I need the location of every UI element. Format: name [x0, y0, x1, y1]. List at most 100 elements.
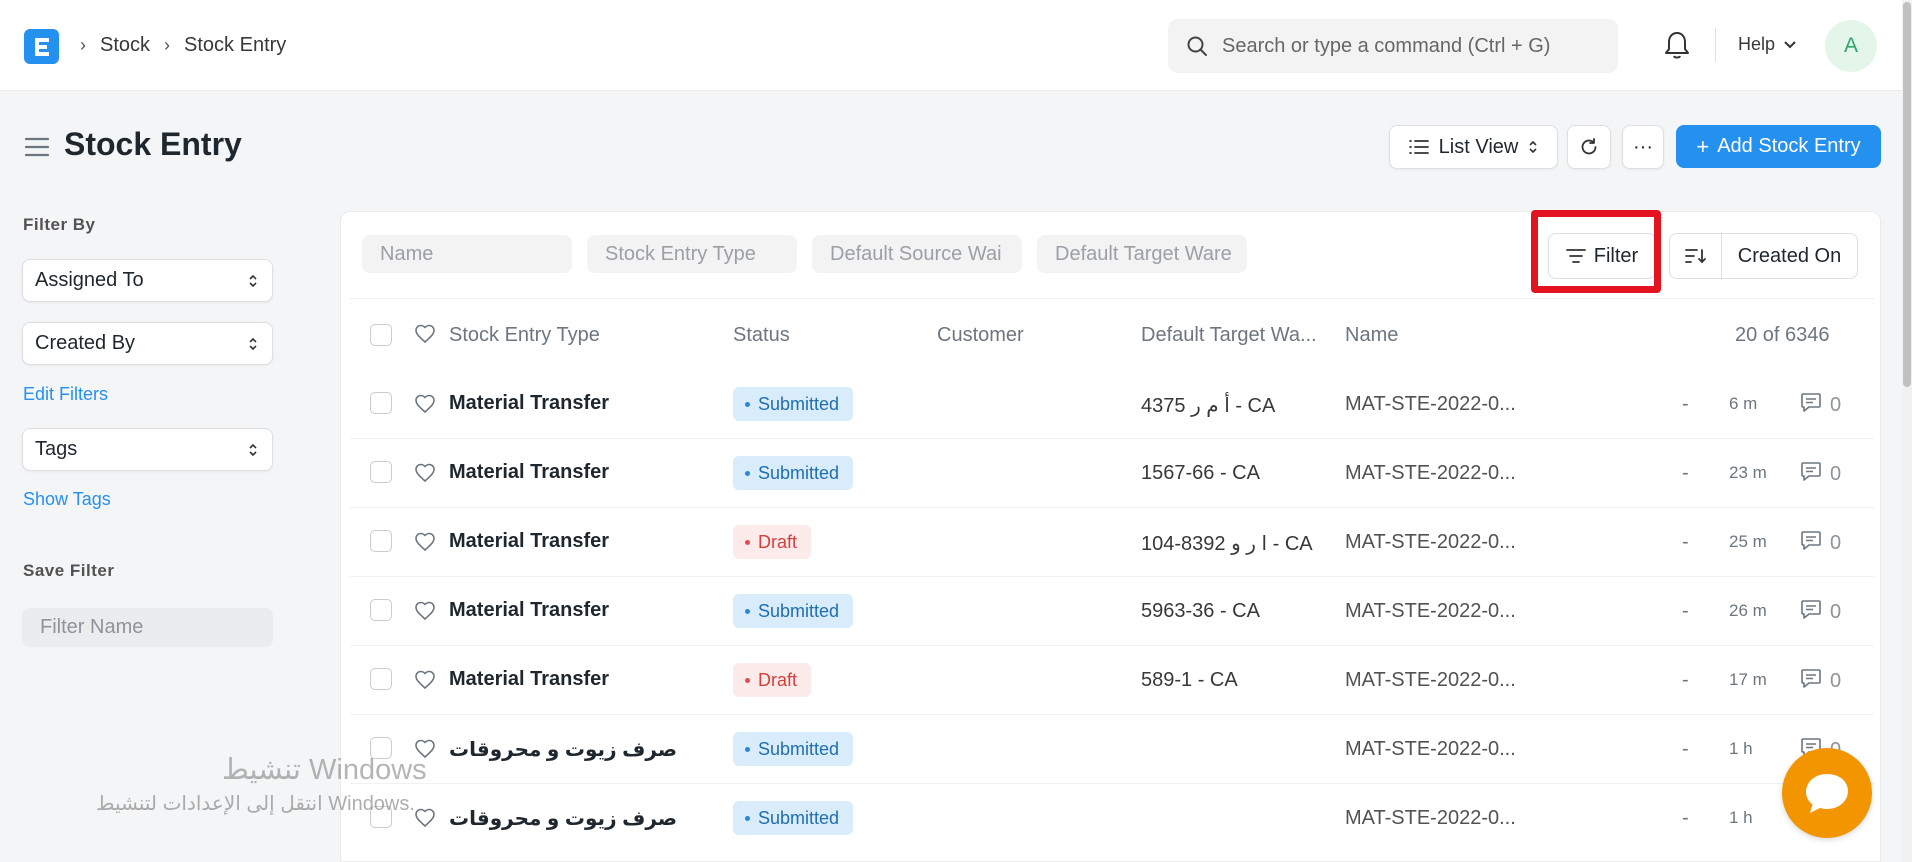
row-stock-entry-type[interactable]: Material Transfer — [449, 392, 609, 415]
avatar[interactable]: A — [1825, 20, 1877, 72]
heart-icon[interactable] — [414, 532, 436, 557]
status-badge: Draft — [733, 525, 812, 559]
tags-select[interactable]: Tags — [22, 428, 273, 471]
row-checkbox[interactable] — [370, 668, 392, 690]
status-label: Submitted — [758, 600, 840, 621]
red-highlight-box — [1531, 210, 1661, 293]
default-target-warehouse-filter-input[interactable] — [1037, 235, 1247, 273]
chevron-down-icon — [1784, 40, 1796, 48]
row-default-target-warehouse: 1567-66 - CA — [1141, 462, 1260, 484]
assigned-to-select[interactable]: Assigned To — [22, 259, 273, 302]
comment-count: 0 — [1830, 531, 1842, 554]
row-name[interactable]: MAT-STE-2022-0... — [1345, 738, 1516, 761]
row-comment-count[interactable]: 0 — [1800, 461, 1841, 487]
row-stock-entry-type[interactable]: Material Transfer — [449, 530, 609, 553]
breadcrumb-stock[interactable]: Stock — [100, 34, 150, 57]
add-stock-entry-button[interactable]: + Add Stock Entry — [1676, 125, 1881, 168]
name-filter-input[interactable] — [362, 235, 572, 273]
chevron-right-icon: › — [164, 35, 171, 55]
ellipsis-icon: ··· — [1633, 135, 1653, 158]
select-all-checkbox[interactable] — [370, 324, 392, 346]
row-stock-entry-type[interactable]: Material Transfer — [449, 668, 609, 691]
chat-widget-button[interactable] — [1782, 748, 1872, 838]
sort-by-label[interactable]: Created On — [1722, 245, 1857, 268]
row-name[interactable]: MAT-STE-2022-0... — [1345, 600, 1516, 623]
row-stock-entry-type[interactable]: صرف زيوت و محروقات — [449, 737, 677, 762]
heart-icon[interactable] — [414, 324, 436, 349]
filter-name-input[interactable] — [22, 608, 273, 647]
awesomebar[interactable] — [1168, 19, 1618, 73]
heart-icon[interactable] — [414, 601, 436, 626]
row-checkbox[interactable] — [370, 392, 392, 414]
erpnext-logo[interactable] — [24, 29, 59, 64]
row-name[interactable]: MAT-STE-2022-0... — [1345, 669, 1516, 692]
row-name[interactable]: MAT-STE-2022-0... — [1345, 393, 1516, 416]
help-label: Help — [1738, 34, 1776, 54]
row-divider — [350, 783, 1874, 784]
heart-icon[interactable] — [414, 670, 436, 695]
row-divider — [350, 507, 1874, 508]
row-modified-ago: 25 m — [1729, 532, 1767, 551]
header-divider — [350, 298, 1874, 299]
edit-filters-link[interactable]: Edit Filters — [23, 384, 108, 405]
more-actions-button[interactable]: ··· — [1622, 125, 1664, 169]
sort-order-button[interactable] — [1670, 234, 1722, 278]
row-comment-count[interactable]: 0 — [1800, 530, 1841, 556]
created-by-select[interactable]: Created By — [22, 322, 273, 365]
status-dot — [745, 815, 750, 821]
view-switcher-button[interactable]: List View — [1389, 125, 1558, 169]
row-placeholder-dash: - — [1682, 462, 1689, 484]
refresh-button[interactable] — [1567, 125, 1611, 169]
row-name[interactable]: MAT-STE-2022-0... — [1345, 462, 1516, 485]
view-label: List View — [1438, 135, 1519, 158]
stock-entry-type-filter-input[interactable] — [587, 235, 797, 273]
row-stock-entry-type[interactable]: صرف زيوت و محروقات — [449, 806, 677, 831]
row-comment-count[interactable]: 0 — [1800, 668, 1841, 694]
row-default-target-warehouse: 5963-36 - CA — [1141, 600, 1260, 622]
row-default-target-warehouse: 589-1 - CA — [1141, 669, 1238, 691]
status-badge: Draft — [733, 663, 812, 697]
row-checkbox[interactable] — [370, 599, 392, 621]
comment-icon — [1800, 461, 1822, 487]
comment-count: 0 — [1830, 600, 1842, 623]
search-input[interactable] — [1222, 34, 1592, 58]
divider — [1715, 28, 1716, 62]
row-checkbox[interactable] — [370, 530, 392, 552]
save-filter-label: Save Filter — [23, 561, 115, 580]
status-badge: Submitted — [733, 801, 854, 835]
breadcrumb-stock-entry[interactable]: Stock Entry — [184, 34, 286, 57]
navbar: › Stock › Stock Entry Help A — [0, 0, 1902, 91]
row-comment-count[interactable]: 0 — [1800, 392, 1841, 418]
col-header-stock-entry-type[interactable]: Stock Entry Type — [449, 324, 600, 347]
row-checkbox[interactable] — [370, 461, 392, 483]
sidebar-toggle-icon[interactable] — [24, 136, 50, 163]
row-stock-entry-type[interactable]: Material Transfer — [449, 461, 609, 484]
col-header-default-target-warehouse[interactable]: Default Target Wa... — [1141, 324, 1317, 347]
heart-icon[interactable] — [414, 463, 436, 488]
status-dot — [745, 470, 750, 476]
sort-descending-icon — [1684, 249, 1706, 264]
col-header-name[interactable]: Name — [1345, 324, 1398, 347]
comment-count: 0 — [1830, 669, 1842, 692]
comment-icon — [1800, 530, 1822, 556]
chat-bubble-icon — [1806, 774, 1848, 813]
help-dropdown[interactable]: Help — [1738, 34, 1797, 55]
heart-icon[interactable] — [414, 808, 436, 833]
col-header-customer[interactable]: Customer — [937, 324, 1024, 347]
status-badge: Submitted — [733, 387, 854, 421]
chevron-right-icon: › — [80, 35, 86, 55]
sort-selector[interactable]: Created On — [1669, 233, 1858, 279]
row-name[interactable]: MAT-STE-2022-0... — [1345, 807, 1516, 830]
row-stock-entry-type[interactable]: Material Transfer — [449, 599, 609, 622]
add-button-label: Add Stock Entry — [1717, 135, 1861, 157]
heart-icon[interactable] — [414, 394, 436, 419]
row-divider — [350, 438, 1874, 439]
default-source-warehouse-filter-input[interactable] — [812, 235, 1022, 273]
col-header-status[interactable]: Status — [733, 324, 790, 347]
row-placeholder-dash: - — [1682, 600, 1689, 622]
show-tags-link[interactable]: Show Tags — [23, 489, 111, 510]
row-name[interactable]: MAT-STE-2022-0... — [1345, 531, 1516, 554]
scrollbar-thumb[interactable] — [1903, 2, 1911, 387]
bell-icon[interactable] — [1664, 30, 1690, 65]
row-comment-count[interactable]: 0 — [1800, 599, 1841, 625]
